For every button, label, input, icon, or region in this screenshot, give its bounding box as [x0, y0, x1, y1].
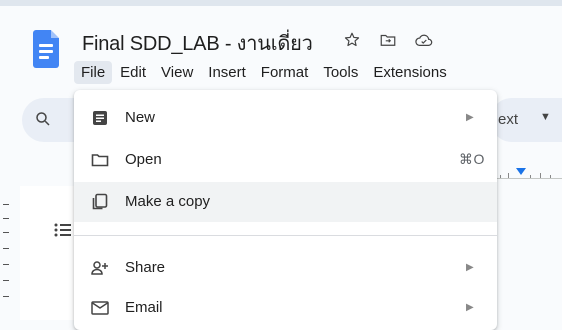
menu-item-label: Email	[125, 299, 163, 316]
vertical-ruler[interactable]	[0, 196, 20, 320]
menu-divider	[74, 235, 497, 236]
menu-extensions[interactable]: Extensions	[366, 61, 453, 84]
browser-top-strip	[0, 0, 562, 6]
folder-icon	[90, 150, 110, 170]
copy-icon	[90, 192, 110, 212]
star-icon[interactable]	[342, 30, 362, 50]
ruler-baseline	[490, 178, 562, 179]
menu-view[interactable]: View	[154, 61, 200, 84]
menu-insert[interactable]: Insert	[201, 61, 253, 84]
submenu-arrow-icon: ▶	[466, 262, 474, 273]
menu-format[interactable]: Format	[254, 61, 316, 84]
menu-item-new[interactable]: New ▶	[74, 98, 497, 138]
cloud-saved-icon[interactable]	[414, 30, 434, 50]
document-icon	[90, 108, 110, 128]
submenu-arrow-icon: ▶	[466, 112, 474, 123]
menu-item-label: Make a copy	[125, 193, 211, 210]
menu-file[interactable]: File	[74, 61, 113, 84]
menu-item-share[interactable]: Share ▶	[74, 248, 497, 288]
menu-item-label: New	[125, 109, 156, 126]
menu-item-label: Share	[125, 259, 166, 276]
menu-item-make-a-copy[interactable]: Make a copy	[74, 182, 497, 222]
menu-edit[interactable]: Edit	[113, 61, 153, 84]
paragraph-style-label: ext	[498, 111, 519, 128]
outline-list-icon[interactable]	[54, 222, 72, 243]
submenu-arrow-icon: ▶	[466, 302, 474, 313]
shortcut-label: ⌘O	[459, 151, 485, 167]
document-title[interactable]: Final SDD_LAB - งานเดี่ยว	[82, 27, 313, 59]
email-icon	[90, 298, 110, 318]
menu-item-open[interactable]: Open ⌘O	[74, 140, 497, 180]
paragraph-style-dropdown[interactable]: ext ▼	[490, 98, 562, 142]
menubar: File Edit View Insert Format Tools Exten…	[74, 61, 455, 84]
chevron-down-icon: ▼	[540, 111, 551, 123]
menu-item-label: Open	[125, 151, 162, 168]
indent-marker[interactable]	[516, 168, 526, 175]
menu-tools[interactable]: Tools	[316, 61, 365, 84]
title-actions	[342, 30, 434, 50]
share-person-icon	[90, 258, 110, 278]
file-menu-dropdown: New ▶ Open ⌘O Make a copy Share ▶ Email …	[74, 90, 497, 330]
google-docs-logo-icon[interactable]	[33, 30, 59, 68]
search-icon[interactable]	[34, 110, 52, 133]
horizontal-ruler[interactable]	[496, 168, 562, 178]
move-to-folder-icon[interactable]	[378, 30, 398, 50]
menu-item-email[interactable]: Email ▶	[74, 288, 497, 328]
document-page[interactable]	[20, 186, 80, 320]
